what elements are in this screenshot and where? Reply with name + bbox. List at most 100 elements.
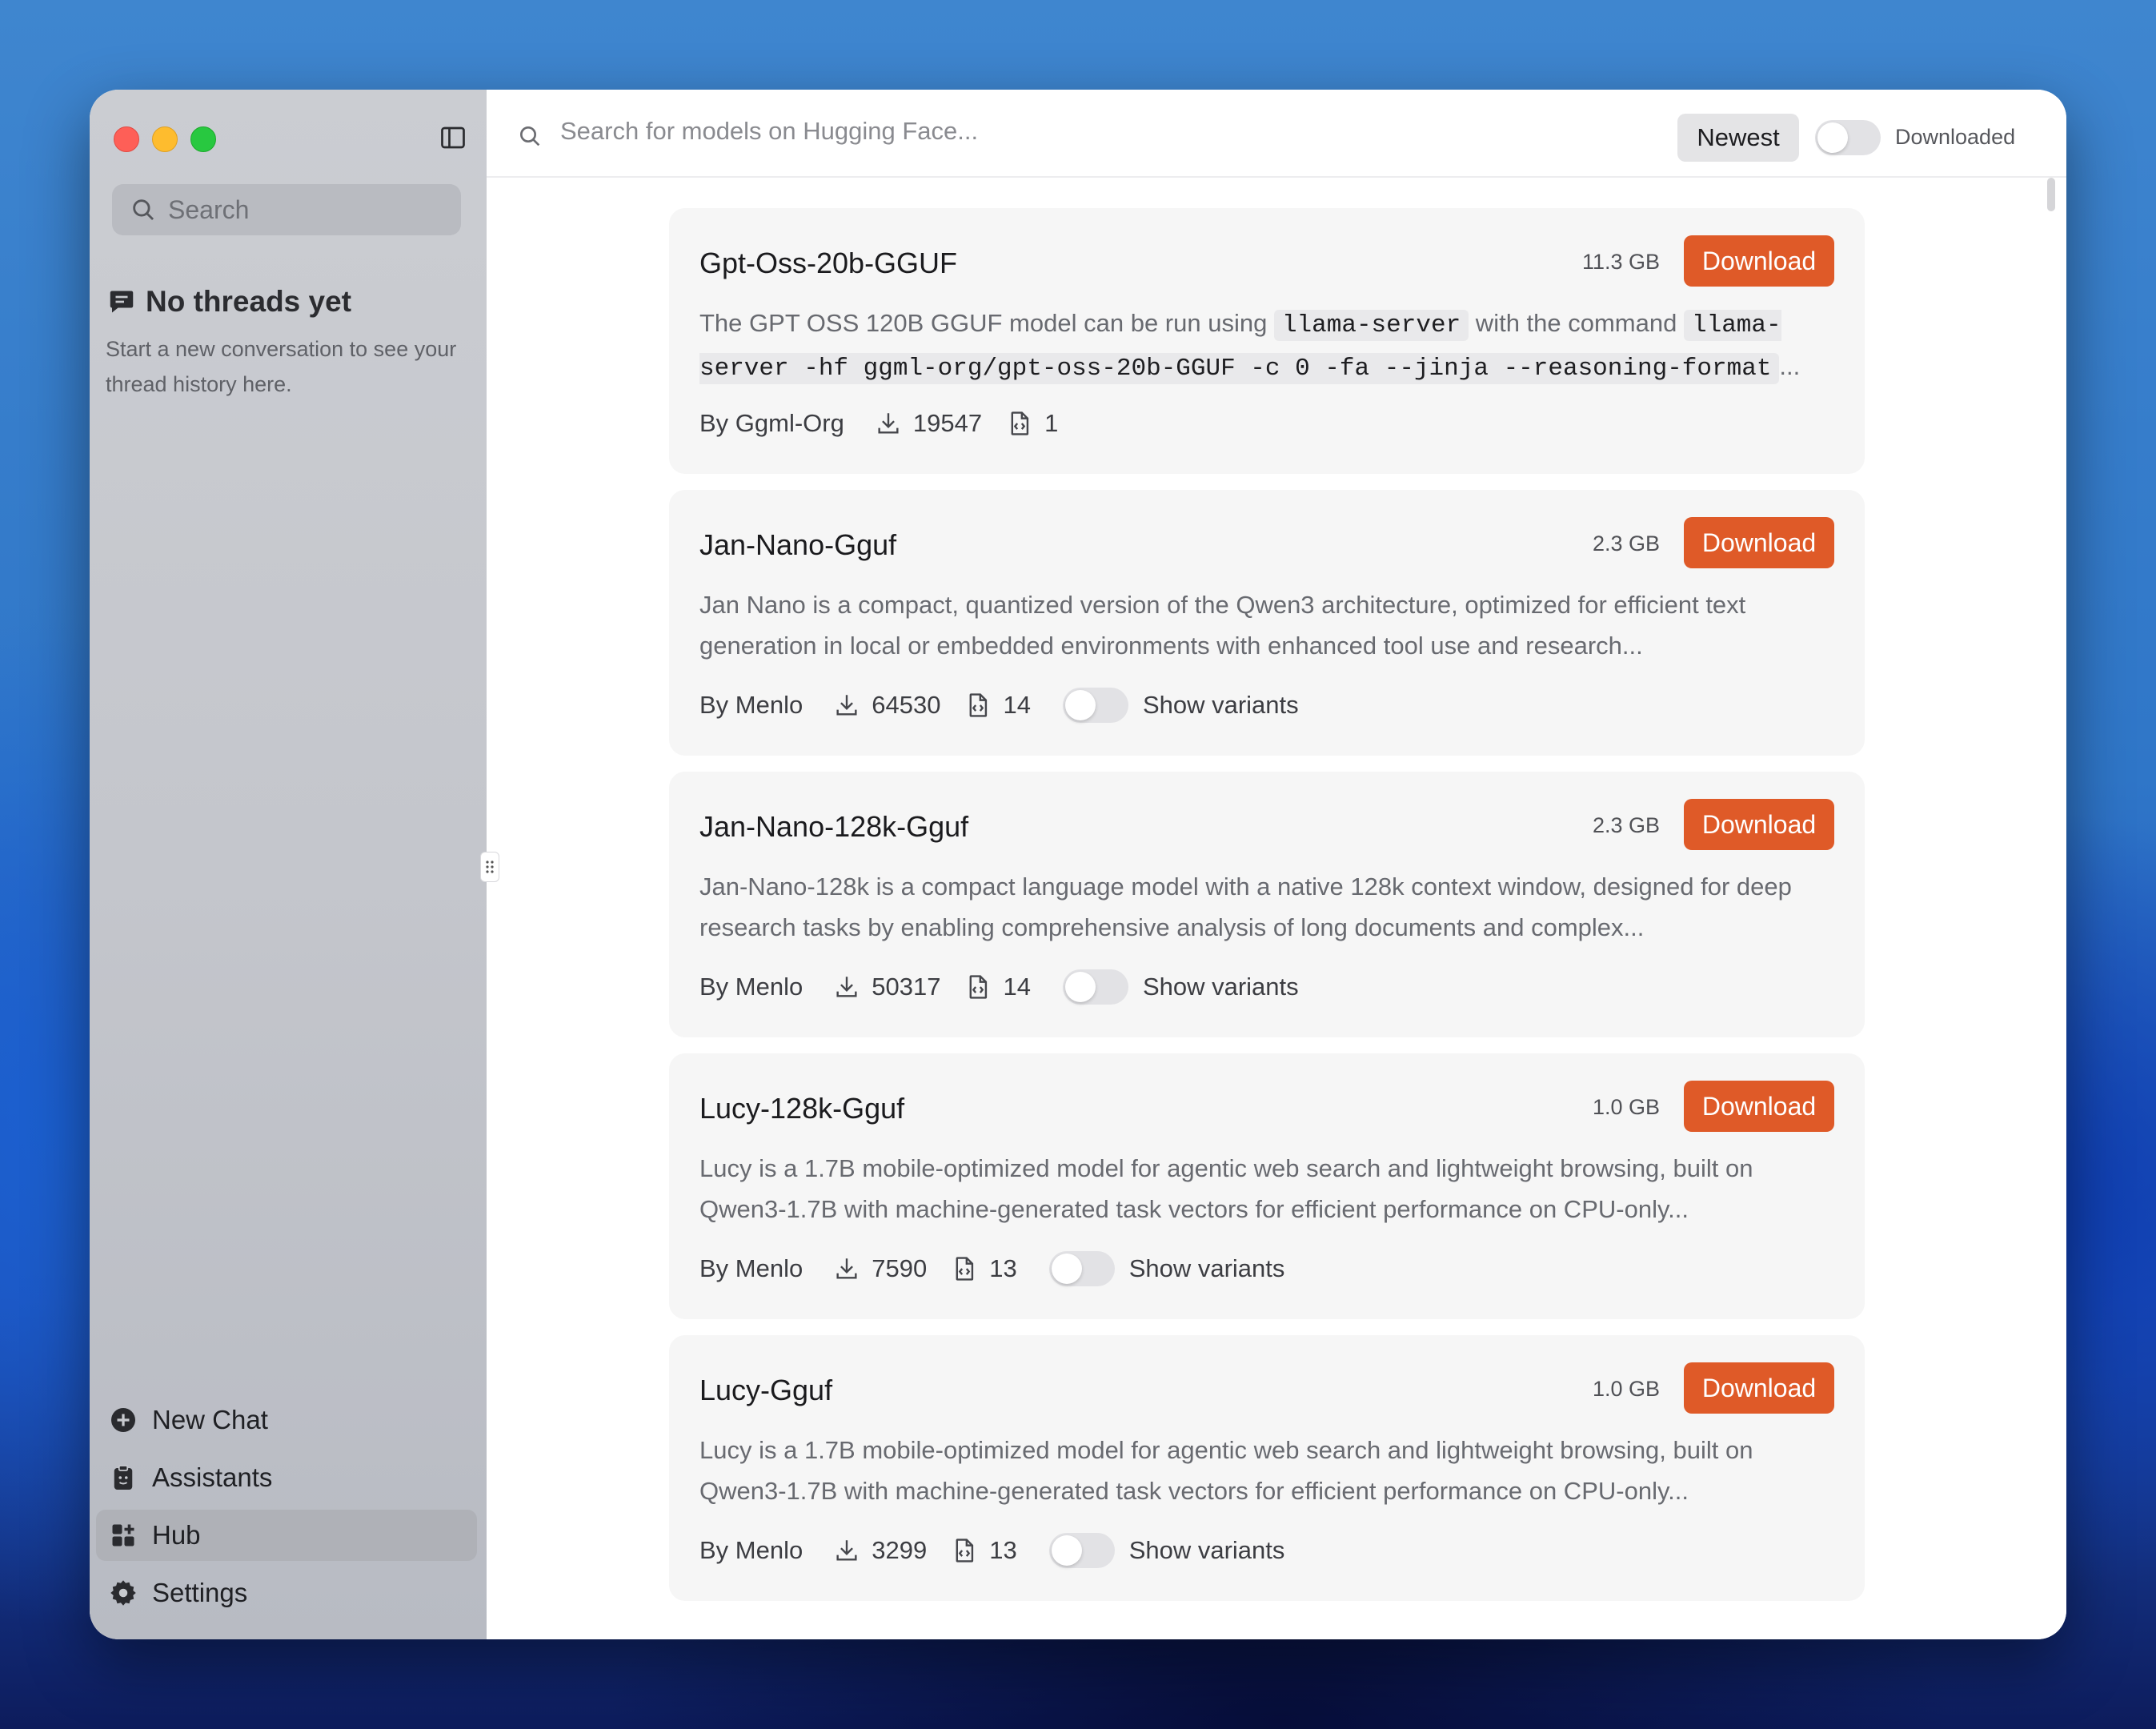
download-count-value: 3299 xyxy=(872,1536,928,1564)
file-count: 1 xyxy=(1006,409,1058,438)
download-button[interactable]: Download xyxy=(1684,1362,1834,1414)
model-name[interactable]: Gpt-Oss-20b-GGUF xyxy=(699,247,957,280)
file-code-icon xyxy=(956,1538,974,1563)
download-count-icon xyxy=(836,695,857,716)
download-count: 7590 xyxy=(833,1254,927,1283)
download-count: 19547 xyxy=(875,409,982,438)
minimize-window-button[interactable] xyxy=(152,126,178,152)
sidebar: Search No threads yet Start a new conver… xyxy=(90,90,487,1639)
model-author: By Menlo xyxy=(699,1254,803,1282)
search-icon xyxy=(133,199,154,221)
chat-bubble-icon xyxy=(110,291,134,313)
model-name[interactable]: Lucy-Gguf xyxy=(699,1374,832,1407)
nav-label: New Chat xyxy=(152,1405,268,1434)
download-count-value: 50317 xyxy=(872,973,941,1001)
file-code-icon xyxy=(970,693,988,717)
model-meta: By Ggml-Org 19547 1 xyxy=(699,403,1058,443)
empty-threads-description: Start a new conversation to see your thr… xyxy=(106,337,457,396)
model-card[interactable]: Jan-Nano-128k-Gguf 2.3 GB Download Jan-N… xyxy=(669,772,1865,1037)
nav-label: Assistants xyxy=(152,1462,273,1492)
model-meta: By Menlo 7590 13 Show variants xyxy=(699,1249,1284,1289)
download-count-icon xyxy=(836,1540,857,1561)
show-variants-toggle[interactable] xyxy=(1048,1251,1115,1286)
grid-plus-icon xyxy=(112,1524,134,1546)
download-button[interactable]: Download xyxy=(1684,517,1834,568)
hub-topbar: Search for models on Hugging Face... New… xyxy=(487,90,2066,178)
close-window-button[interactable] xyxy=(114,126,139,152)
sidebar-search-placeholder: Search xyxy=(168,195,250,224)
empty-threads-title: No threads yet xyxy=(107,285,351,319)
model-description: The GPT OSS 120B GGUF model can be run u… xyxy=(699,303,1836,386)
nav-item-settings[interactable]: Settings xyxy=(96,1567,477,1619)
model-card[interactable]: Gpt-Oss-20b-GGUF 11.3 GB Download The GP… xyxy=(669,208,1865,474)
search-icon xyxy=(520,126,540,146)
show-variants-control[interactable]: Show variants xyxy=(1062,969,1299,1005)
desc-text: with the command xyxy=(1469,309,1684,337)
downloaded-toggle[interactable] xyxy=(1815,120,1881,155)
file-count-value: 13 xyxy=(989,1536,1017,1564)
maximize-window-button[interactable] xyxy=(190,126,216,152)
download-count: 3299 xyxy=(833,1536,927,1565)
model-author: By Ggml-Org xyxy=(699,409,844,437)
show-variants-label: Show variants xyxy=(1128,1254,1285,1282)
sidebar-resize-handle[interactable] xyxy=(480,852,499,882)
model-name[interactable]: Lucy-128k-Gguf xyxy=(699,1092,904,1125)
model-card[interactable]: Jan-Nano-Gguf 2.3 GB Download Jan Nano i… xyxy=(669,490,1865,756)
model-author: By Menlo xyxy=(699,973,803,1001)
model-name[interactable]: Jan-Nano-128k-Gguf xyxy=(699,810,968,844)
download-count-value: 64530 xyxy=(872,691,941,719)
show-variants-control[interactable]: Show variants xyxy=(1048,1251,1285,1286)
download-count-icon xyxy=(836,1258,857,1279)
show-variants-toggle[interactable] xyxy=(1062,969,1128,1005)
gear-icon xyxy=(110,1580,136,1606)
model-size: 1.0 GB xyxy=(1592,1095,1660,1119)
show-variants-label: Show variants xyxy=(1142,691,1299,719)
model-description: Lucy is a 1.7B mobile-optimized model fo… xyxy=(699,1154,1753,1223)
model-size: 1.0 GB xyxy=(1592,1377,1660,1401)
show-variants-toggle[interactable] xyxy=(1062,688,1128,723)
model-meta: By Menlo 50317 14 Show variants xyxy=(699,967,1299,1007)
download-count: 64530 xyxy=(833,691,940,720)
show-variants-control[interactable]: Show variants xyxy=(1062,688,1299,723)
file-count: 14 xyxy=(964,973,1031,1001)
download-count-icon xyxy=(878,413,899,434)
sidebar-toggle-icon[interactable] xyxy=(439,123,467,152)
show-variants-toggle[interactable] xyxy=(1048,1533,1115,1568)
downloaded-label: Downloaded xyxy=(1895,125,2016,149)
desc-text: ... xyxy=(1779,352,1801,380)
nav-label: Hub xyxy=(152,1520,201,1550)
file-count-value: 13 xyxy=(989,1254,1017,1282)
file-count-value: 1 xyxy=(1044,409,1059,437)
nav-item-new-chat[interactable]: New Chat xyxy=(96,1394,477,1446)
model-card[interactable]: Lucy-Gguf 1.0 GB Download Lucy is a 1.7B… xyxy=(669,1335,1865,1601)
download-button[interactable]: Download xyxy=(1684,235,1834,287)
model-meta: By Menlo 3299 13 Show variants xyxy=(699,1530,1284,1571)
model-search-input[interactable]: Search for models on Hugging Face... xyxy=(560,117,1280,149)
model-author: By Menlo xyxy=(699,691,803,719)
model-name[interactable]: Jan-Nano-Gguf xyxy=(699,528,896,562)
app-window: Search No threads yet Start a new conver… xyxy=(90,90,2066,1639)
model-description: Jan-Nano-128k is a compact language mode… xyxy=(699,873,1792,941)
sort-newest-button[interactable]: Newest xyxy=(1677,114,1799,162)
download-button[interactable]: Download xyxy=(1684,1081,1834,1132)
file-code-icon xyxy=(1011,411,1029,435)
file-code-icon xyxy=(956,1257,974,1281)
model-size: 11.3 GB xyxy=(1581,250,1660,274)
nav-item-hub[interactable]: Hub xyxy=(96,1510,477,1561)
desc-text: The GPT OSS 120B GGUF model can be run u… xyxy=(699,309,1274,337)
file-code-icon xyxy=(970,975,988,999)
file-count-value: 14 xyxy=(1003,691,1031,719)
model-description: Jan Nano is a compact, quantized version… xyxy=(699,591,1746,660)
show-variants-control[interactable]: Show variants xyxy=(1048,1533,1284,1568)
sidebar-search-input[interactable]: Search xyxy=(112,184,461,235)
nav-item-assistants[interactable]: Assistants xyxy=(96,1452,477,1503)
file-count: 13 xyxy=(951,1536,1017,1565)
model-size: 2.3 GB xyxy=(1592,813,1660,837)
download-count: 50317 xyxy=(833,973,940,1001)
empty-threads-heading: No threads yet xyxy=(146,285,352,318)
plus-circle-icon xyxy=(111,1408,135,1432)
scrollbar-thumb[interactable] xyxy=(2047,178,2055,211)
clipboard-icon xyxy=(114,1465,133,1490)
model-card[interactable]: Lucy-128k-Gguf 1.0 GB Download Lucy is a… xyxy=(669,1053,1865,1319)
download-button[interactable]: Download xyxy=(1684,799,1834,850)
